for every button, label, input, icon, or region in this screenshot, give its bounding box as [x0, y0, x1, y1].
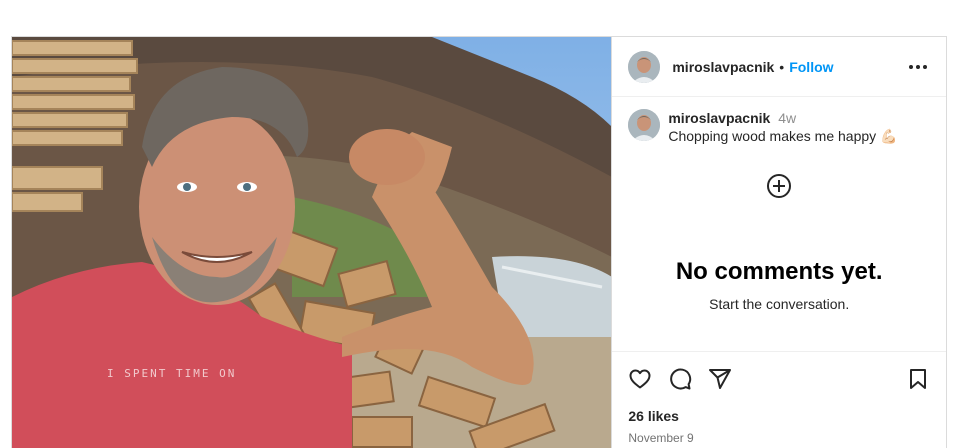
caption-text: Chopping wood makes me happy 💪🏻 — [668, 128, 898, 144]
caption-timestamp[interactable]: 4w — [778, 110, 796, 126]
avatar[interactable] — [628, 50, 661, 83]
comment-icon — [670, 368, 692, 390]
caption-username[interactable]: miroslavpacnik — [668, 110, 770, 126]
post-photo-illustration: I SPENT TIME ON — [12, 37, 612, 448]
empty-comments-title: No comments yet. — [675, 258, 883, 285]
action-icons — [628, 352, 930, 406]
likes-count[interactable]: 26 likes — [628, 408, 930, 424]
more-horizontal-icon — [909, 64, 927, 69]
post-header: miroslavpacnik • Follow — [612, 37, 946, 97]
post-actions: 26 likes November 9 — [612, 351, 946, 445]
header-username[interactable]: miroslavpacnik — [672, 59, 774, 75]
comment-button[interactable] — [668, 367, 692, 391]
post-container: I SPENT TIME ON miroslavpacnik • Follow … — [11, 36, 947, 448]
post-photo[interactable]: I SPENT TIME ON — [12, 37, 612, 448]
post-date[interactable]: November 9 — [628, 431, 930, 445]
empty-comments-subtitle: Start the conversation. — [709, 296, 850, 312]
like-button[interactable] — [628, 367, 652, 391]
share-icon — [709, 369, 732, 389]
header-separator: • — [779, 58, 785, 75]
post-caption: miroslavpacnik 4w Chopping wood makes me… — [612, 97, 946, 145]
bookmark-icon — [910, 369, 926, 389]
save-button[interactable] — [906, 367, 930, 391]
heart-icon — [629, 369, 651, 389]
shirt-print-text: I SPENT TIME ON — [107, 367, 236, 380]
caption-avatar-image — [628, 109, 661, 141]
empty-comments: No comments yet. Start the conversation. — [612, 173, 946, 312]
caption-avatar[interactable] — [628, 109, 661, 141]
follow-button[interactable]: Follow — [789, 59, 833, 75]
plus-circle-icon[interactable] — [766, 173, 792, 199]
more-options-button[interactable] — [906, 55, 930, 79]
post-sidebar: miroslavpacnik • Follow miroslavpacnik 4… — [611, 37, 946, 448]
share-button[interactable] — [708, 367, 732, 391]
avatar-image — [628, 50, 661, 83]
